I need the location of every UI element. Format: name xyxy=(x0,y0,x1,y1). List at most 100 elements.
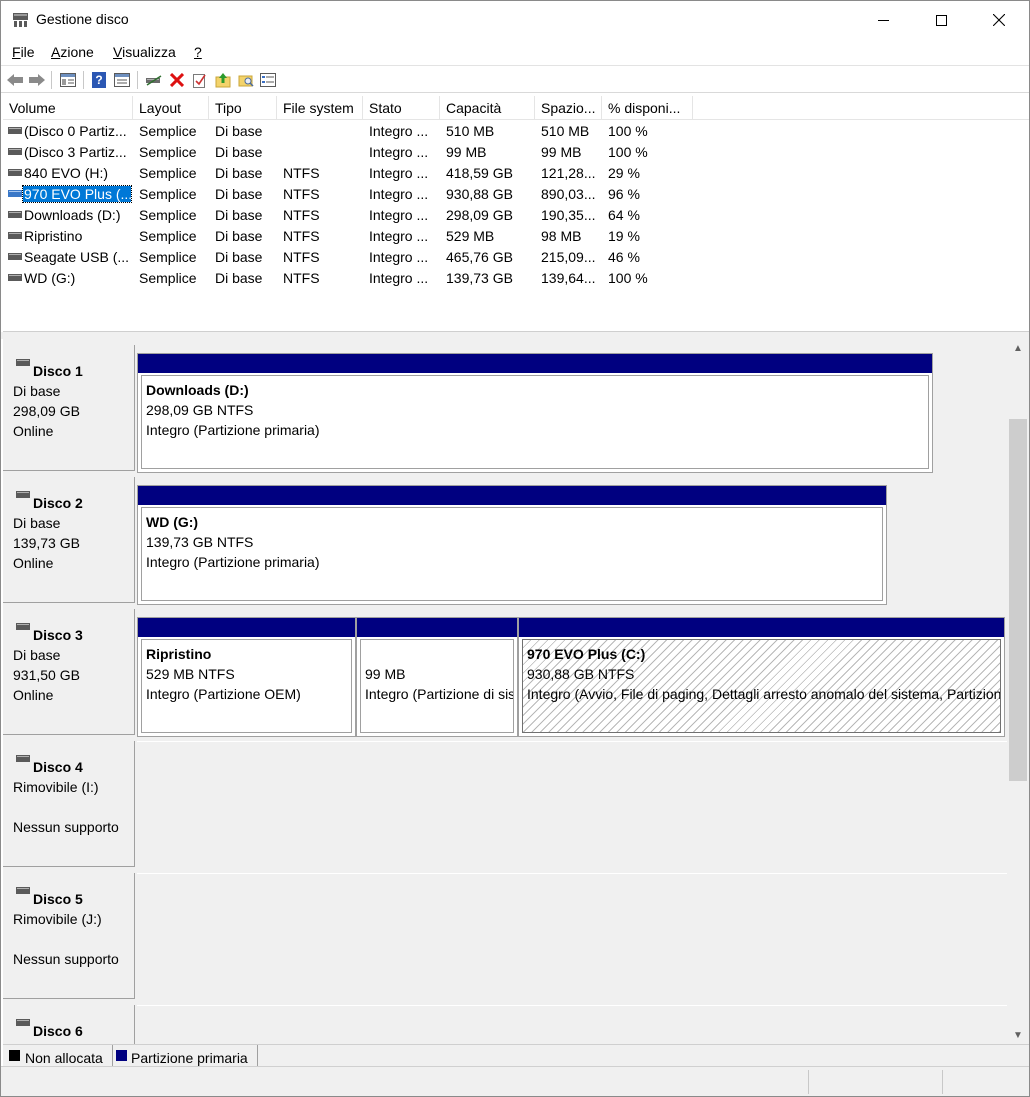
menu-visualizza[interactable]: Visualizza xyxy=(113,44,176,60)
disk-info-panel[interactable]: Disco 6Rimovibile (K:) xyxy=(3,1005,135,1044)
volume-cell-stato: Integro ... xyxy=(369,228,429,244)
column-header-volume[interactable]: Volume xyxy=(3,96,133,120)
volume-row[interactable]: (Disco 0 Partiz... Semplice Di base Integro… xyxy=(3,121,1029,142)
up-folder-button[interactable] xyxy=(213,70,233,90)
disk-info-panel[interactable]: Disco 2 Di base 139,73 GB Online xyxy=(3,477,135,603)
back-button[interactable] xyxy=(5,70,25,90)
disk-partition-area xyxy=(137,1005,1007,1044)
volume-row[interactable]: 840 EVO (H:) Semplice Di base NTFS Integro .… xyxy=(3,163,1029,184)
column-header-capacita[interactable]: Capacità xyxy=(440,96,535,120)
partition-details: Ripristino 529 MB NTFS Integro (Partizione… xyxy=(141,639,352,733)
partition-block[interactable]: 970 EVO Plus (C:) 930,88 GB NTFS Integro (… xyxy=(518,617,1005,737)
disk-status: Nessun supporto xyxy=(13,951,119,967)
up-folder-icon xyxy=(215,73,231,88)
volume-cell-spazio: 215,09... xyxy=(541,249,596,265)
legend-unallocated-label: Non allocata xyxy=(25,1050,103,1066)
disk-name: Disco 2 xyxy=(33,495,83,511)
volume-cell-stato: Integro ... xyxy=(369,165,429,181)
volume-cell-stato: Integro ... xyxy=(369,186,429,202)
volume-cell-fs: NTFS xyxy=(283,228,320,244)
scrollbar-thumb[interactable] xyxy=(1009,419,1027,781)
volume-cell-fs: NTFS xyxy=(283,165,320,181)
connect-drive-button[interactable] xyxy=(144,70,164,90)
volume-row[interactable]: Seagate USB (... Semplice Di base NTFS Integ… xyxy=(3,247,1029,268)
menu-visualizza-accel: V xyxy=(113,44,123,60)
column-header-stato[interactable]: Stato xyxy=(363,96,440,120)
legend-primary-label: Partizione primaria xyxy=(131,1050,248,1066)
volume-cell-tipo: Di base xyxy=(215,207,263,223)
console-tree-button[interactable] xyxy=(58,70,78,90)
column-header-spazio[interactable]: Spazio... xyxy=(535,96,602,120)
disk-status: Online xyxy=(13,423,54,439)
volume-cell-tipo: Di base xyxy=(215,270,263,286)
column-header-tipo[interactable]: Tipo xyxy=(209,96,277,120)
delete-button[interactable] xyxy=(167,70,187,90)
status-bar xyxy=(1,1066,1029,1096)
volume-row[interactable]: Ripristino Semplice Di base NTFS Integro ...… xyxy=(3,226,1029,247)
close-button[interactable] xyxy=(970,1,1028,39)
list-view-button[interactable] xyxy=(258,70,278,90)
volume-cell-capacita: 465,76 GB xyxy=(446,249,513,265)
disk-info-panel[interactable]: Disco 3 Di base 931,50 GB Online xyxy=(3,609,135,735)
forward-button[interactable] xyxy=(27,70,47,90)
toolbar: ? xyxy=(1,65,1029,93)
partition-type-bar xyxy=(138,486,886,505)
disk-row: Disco 6Rimovibile (K:) xyxy=(3,999,1007,1044)
column-header-layout[interactable]: Layout xyxy=(133,96,209,120)
volume-cell-perc: 100 % xyxy=(608,144,648,160)
partition-size: 930,88 GB NTFS xyxy=(527,666,635,682)
volume-drive-icon xyxy=(8,190,22,197)
menu-file-accel: F xyxy=(12,44,21,60)
disk-info-panel[interactable]: Disco 4 Rimovibile (I:) Nessun supporto xyxy=(3,741,135,867)
disk-name: Disco 6 xyxy=(33,1023,83,1039)
volume-cell-tipo: Di base xyxy=(215,123,263,139)
disk-partition-area xyxy=(137,873,1007,999)
volume-cell-capacita: 418,59 GB xyxy=(446,165,513,181)
partition-name: WD (G:) xyxy=(146,514,199,530)
partition-block[interactable]: Ripristino 529 MB NTFS Integro (Partizione… xyxy=(137,617,356,737)
pane-splitter[interactable] xyxy=(1,332,1029,339)
menu-file[interactable]: File xyxy=(12,44,35,60)
partition-block[interactable]: Downloads (D:) 298,09 GB NTFS Integro (Par… xyxy=(137,353,933,473)
toolbar-separator xyxy=(83,71,84,89)
volume-cell-spazio: 98 MB xyxy=(541,228,582,244)
volume-cell-layout: Semplice xyxy=(139,186,197,202)
menu-azione-rest: zione xyxy=(60,44,94,60)
disk-icon xyxy=(16,623,30,630)
disk-name: Disco 3 xyxy=(33,627,83,643)
legend-primary-swatch xyxy=(116,1050,127,1061)
maximize-button[interactable] xyxy=(912,1,970,39)
volume-cell-spazio: 139,64... xyxy=(541,270,596,286)
disk-info-panel[interactable]: Disco 5 Rimovibile (J:) Nessun supporto xyxy=(3,873,135,999)
column-header-file-system[interactable]: File system xyxy=(277,96,363,120)
disk-row: Disco 5 Rimovibile (J:) Nessun supporto xyxy=(3,867,1007,999)
scroll-down-arrow-icon[interactable]: ▼ xyxy=(1007,1026,1029,1044)
column-header-percent[interactable]: % disponi... xyxy=(602,96,693,120)
menu-help-accel: ? xyxy=(194,44,202,60)
window-title: Gestione disco xyxy=(36,11,129,27)
partition-status: Integro (Partizione primaria) xyxy=(146,554,320,570)
scroll-up-arrow-icon[interactable]: ▲ xyxy=(1007,339,1029,357)
partition-block[interactable]: 99 MB Integro (Partizione di sistema EFI) xyxy=(356,617,518,737)
volume-cell-layout: Semplice xyxy=(139,228,197,244)
volume-row[interactable]: 970 EVO Plus (... Semplice Di base NTFS Inte… xyxy=(3,184,1029,205)
volume-row[interactable]: (Disco 3 Partiz... Semplice Di base Integro… xyxy=(3,142,1029,163)
volume-cell-volume: 970 EVO Plus (... xyxy=(22,185,132,203)
volume-cell-stato: Integro ... xyxy=(369,249,429,265)
disk-icon xyxy=(16,359,30,366)
menu-azione[interactable]: Azione xyxy=(51,44,94,60)
partition-block[interactable]: WD (G:) 139,73 GB NTFS Integro (Partizione… xyxy=(137,485,887,605)
toolbar-separator xyxy=(51,71,52,89)
menu-help[interactable]: ? xyxy=(194,44,202,60)
search-folder-button[interactable] xyxy=(236,70,256,90)
properties-view-button[interactable] xyxy=(112,70,132,90)
minimize-button[interactable] xyxy=(854,1,912,39)
volume-cell-spazio: 121,28... xyxy=(541,165,596,181)
volume-row[interactable]: Downloads (D:) Semplice Di base NTFS Integro… xyxy=(3,205,1029,226)
volume-row[interactable]: WD (G:) Semplice Di base NTFS Integro ... 139… xyxy=(3,268,1029,289)
properties-button[interactable] xyxy=(190,70,210,90)
disk-info-panel[interactable]: Disco 1 Di base 298,09 GB Online xyxy=(3,345,135,471)
vertical-scrollbar[interactable]: ▲ ▼ xyxy=(1007,339,1029,1044)
volume-cell-tipo: Di base xyxy=(215,186,263,202)
help-button[interactable]: ? xyxy=(89,70,109,90)
